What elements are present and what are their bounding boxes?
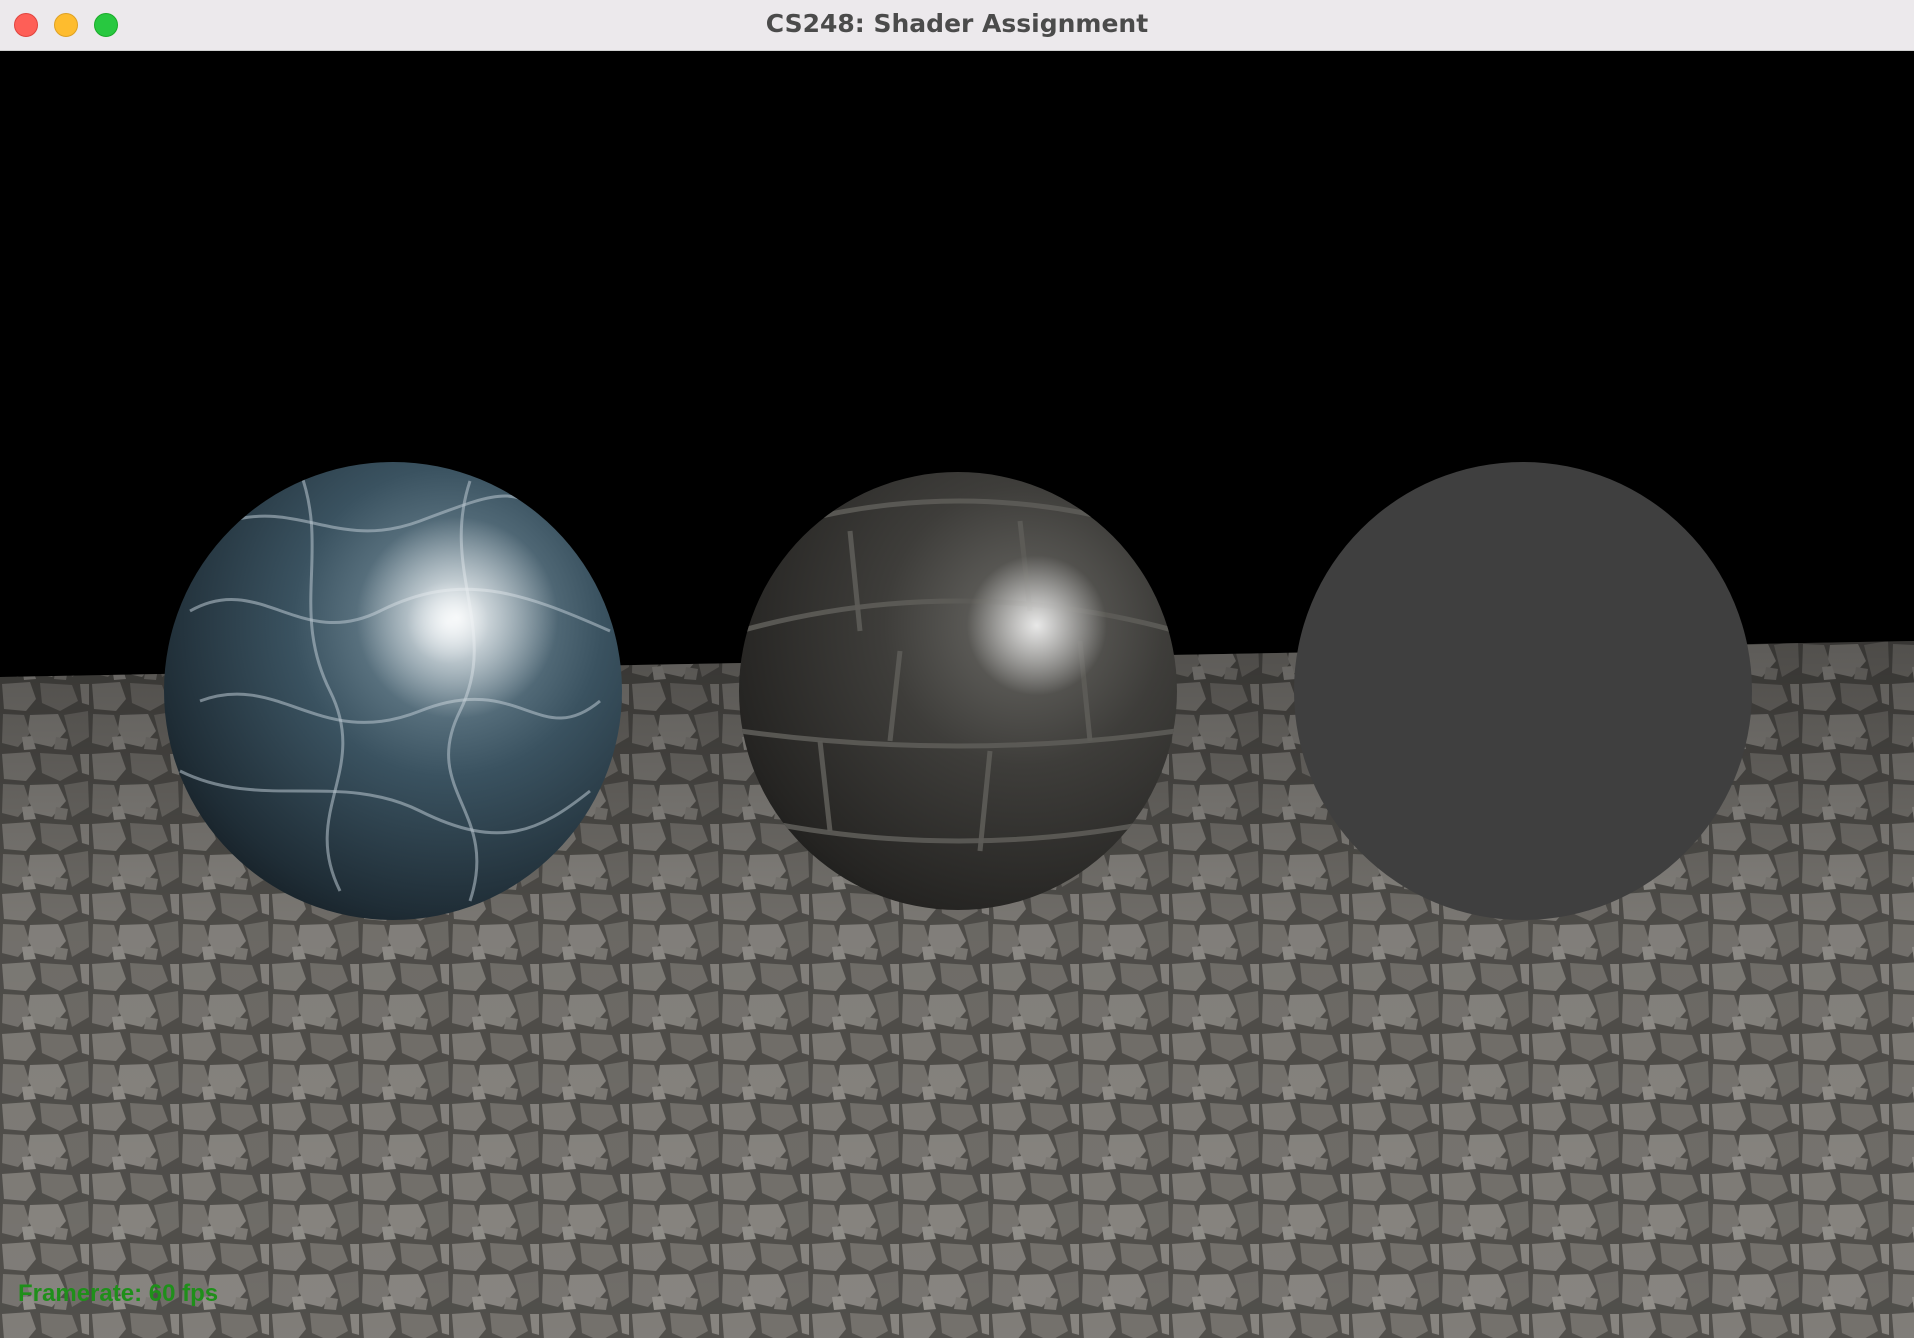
- title-bar[interactable]: CS248: Shader Assignment: [0, 0, 1914, 51]
- app-window: CS248: Shader Assignment Framerate: 60 f…: [0, 0, 1914, 1338]
- brick-sphere: [739, 472, 1177, 910]
- flat-gray-sphere: [1294, 462, 1752, 920]
- framerate-readout: Framerate: 60 fps: [18, 1280, 219, 1307]
- scene-canvas: [0, 51, 1914, 1338]
- window-title: CS248: Shader Assignment: [765, 9, 1149, 38]
- render-viewport[interactable]: [0, 51, 1914, 1338]
- marble-sphere: [164, 462, 622, 920]
